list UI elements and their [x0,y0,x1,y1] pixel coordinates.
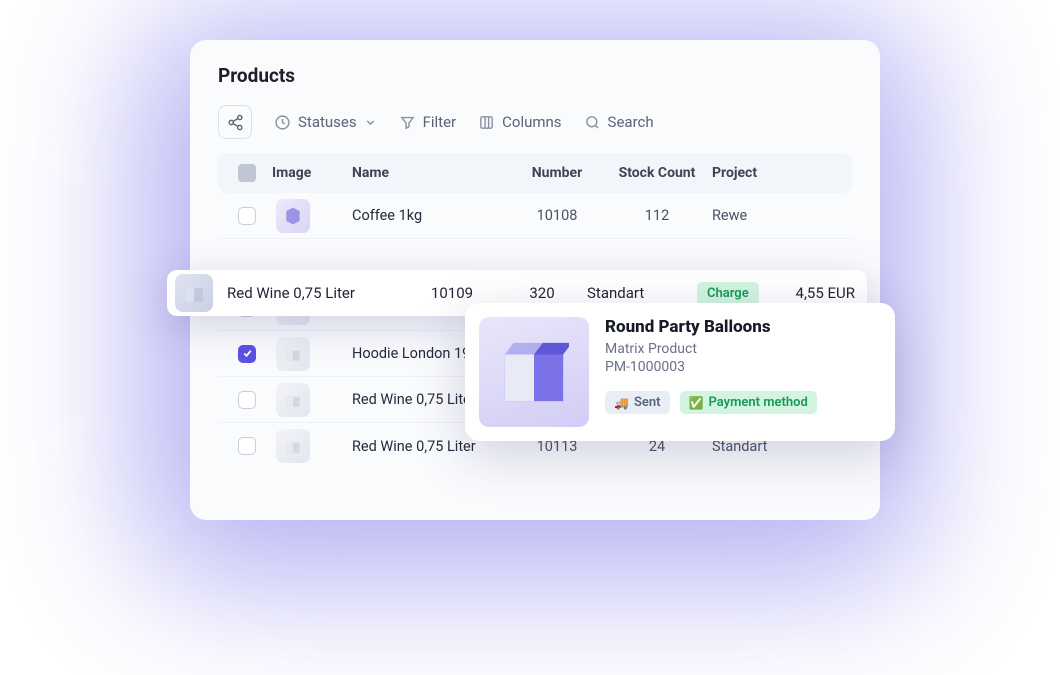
product-thumb [276,383,310,417]
col-project: Project [712,165,842,181]
chevron-down-icon [364,116,377,129]
cell-name: Coffee 1kg [352,207,512,224]
row-checkbox-checked[interactable] [238,345,256,363]
share-button[interactable] [218,105,252,139]
popover-subtitle: Matrix Product [605,341,881,357]
product-thumb [276,429,310,463]
product-thumb [276,199,310,233]
cell-project: Rewe [712,207,842,224]
col-image: Image [272,165,352,181]
payment-badge: ✅Payment method [680,391,817,414]
cell-price: 4,55 EUR [787,284,867,302]
row-checkbox[interactable] [238,207,256,225]
cell-stock: 112 [602,207,712,224]
popover-id: PM-1000003 [605,359,881,375]
check-icon: ✅ [689,396,704,410]
columns-label: Columns [502,113,561,131]
statuses-label: Statuses [298,113,357,131]
filter-label: Filter [423,113,457,131]
toolbar: Statuses Filter Columns Search [218,105,852,139]
cell-number: 10109 [407,284,497,302]
table-row[interactable]: Coffee 1kg 10108 112 Rewe [218,193,852,239]
filter-icon [399,114,416,131]
columns-button[interactable]: Columns [478,113,561,131]
col-number: Number [512,165,602,181]
col-stock: Stock Count [602,165,712,181]
row-checkbox[interactable] [238,391,256,409]
product-popover: Round Party Balloons Matrix Product PM-1… [465,303,895,441]
col-name: Name [352,165,512,181]
clock-icon [274,114,291,131]
row-checkbox[interactable] [238,437,256,455]
statuses-dropdown[interactable]: Statuses [274,113,377,131]
truck-icon: 🚚 [614,396,629,410]
cell-name: Red Wine 0,75 Liter [227,284,407,302]
search-icon [584,114,601,131]
search-button[interactable]: Search [584,113,654,131]
search-label: Search [608,113,654,131]
cell-stock: 320 [497,284,587,302]
select-all-checkbox[interactable] [238,164,256,182]
popover-title: Round Party Balloons [605,317,881,337]
product-thumb [175,274,213,312]
page-title: Products [218,64,852,87]
cell-project: Standart [587,284,697,302]
product-thumb [276,337,310,371]
popover-thumb [479,317,589,427]
filter-button[interactable]: Filter [399,113,457,131]
table-header: Image Name Number Stock Count Project [218,153,852,193]
cell-number: 10108 [512,207,602,224]
columns-icon [478,114,495,131]
charge-badge: Charge [697,282,759,305]
sent-badge: 🚚Sent [605,391,670,414]
